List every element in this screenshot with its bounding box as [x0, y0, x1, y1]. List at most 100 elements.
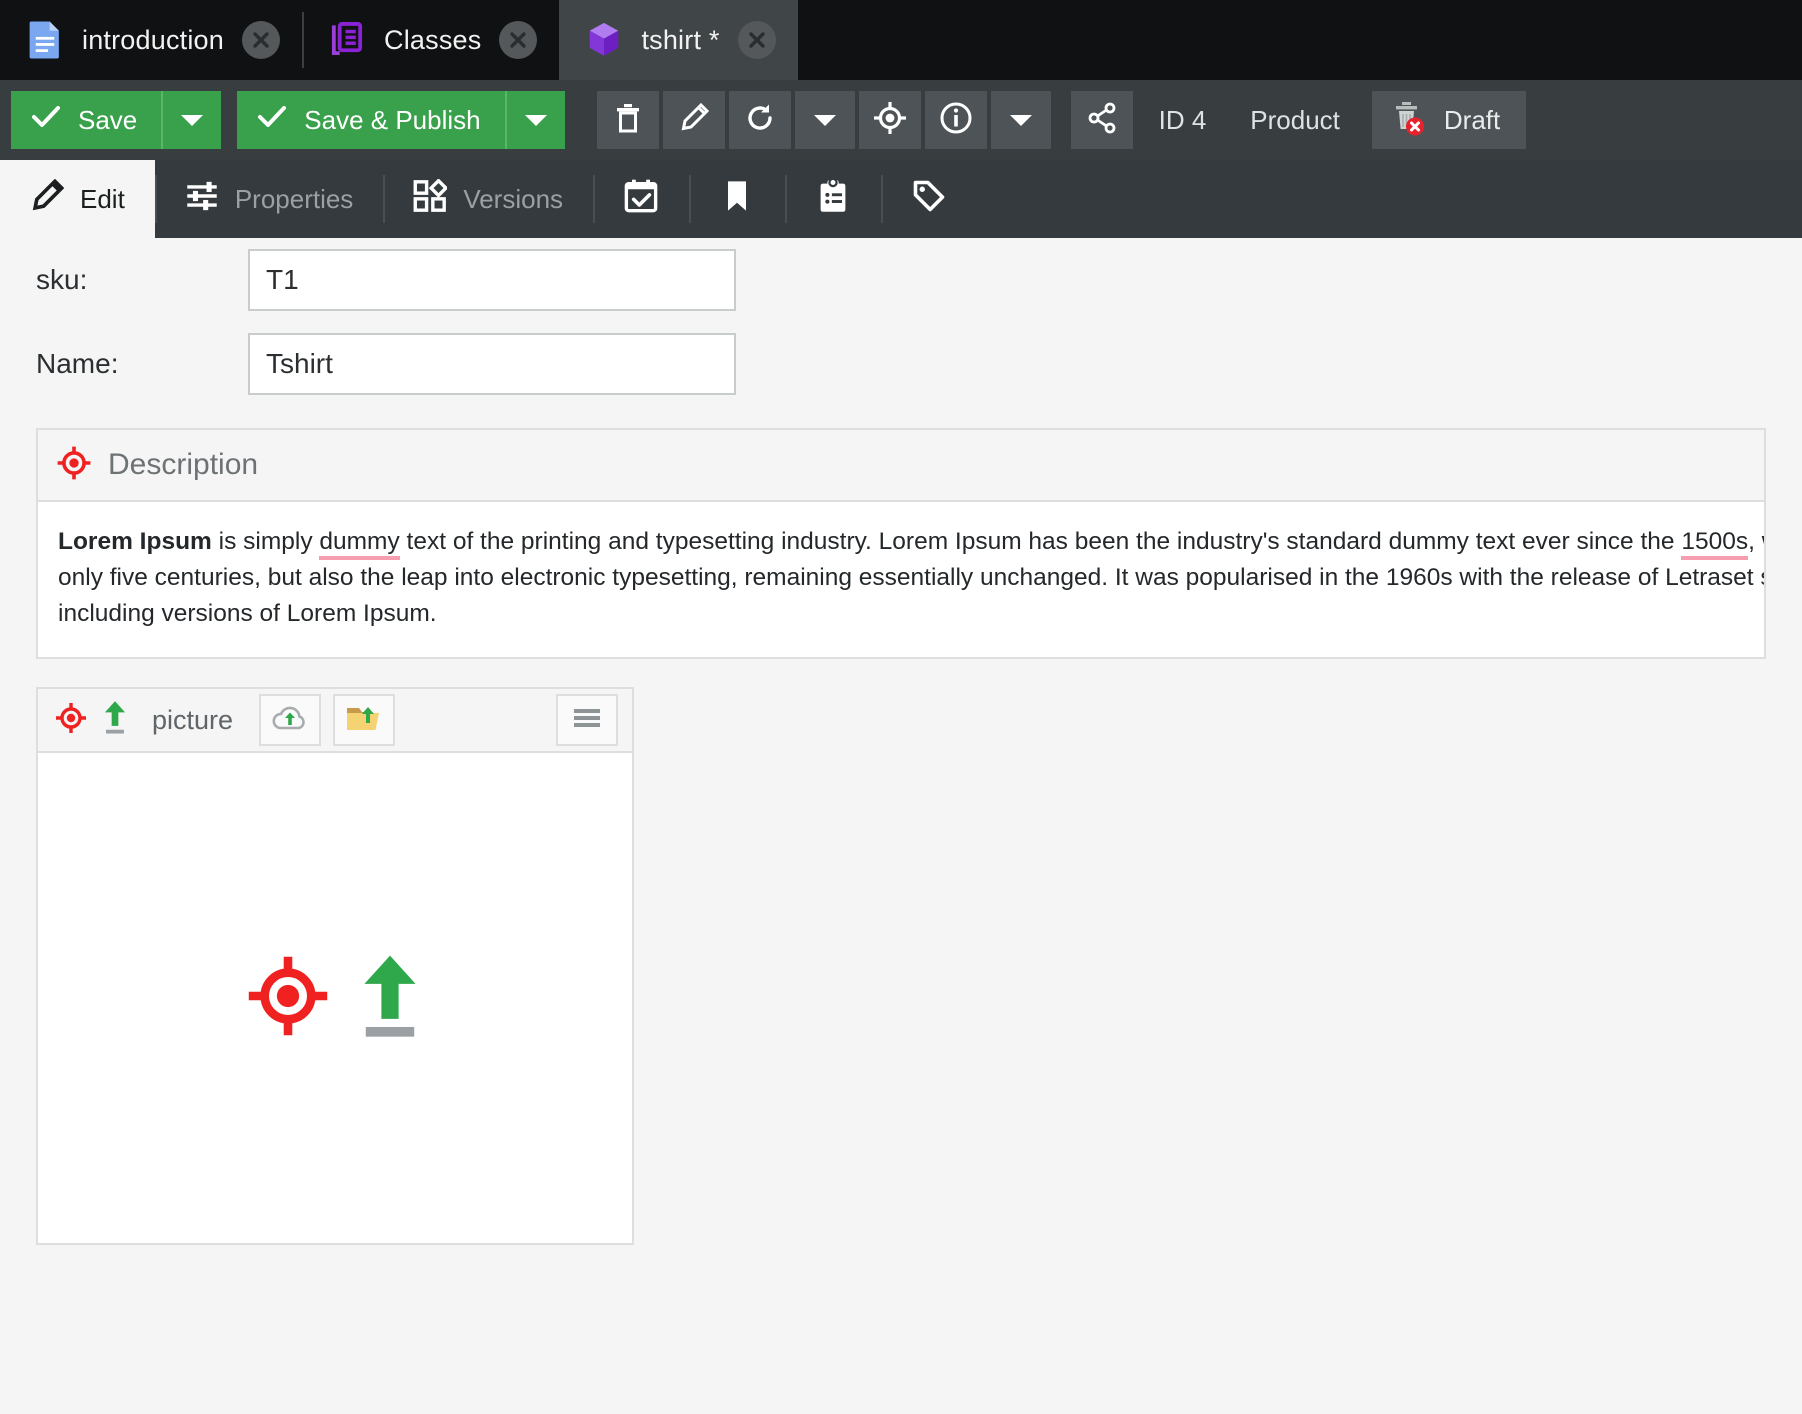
field-row-sku: sku: — [0, 238, 1802, 322]
tab-label: introduction — [82, 24, 224, 55]
delete-button[interactable] — [596, 91, 659, 149]
tab-divider — [881, 175, 884, 223]
section-tab-bar: Edit Properties Versions — [0, 160, 1802, 238]
edit-form-page: sku: Name: Description Lorem Ipsum is si… — [0, 238, 1802, 1414]
save-publish-button-group: Save & Publish — [237, 91, 565, 149]
description-block: Description Lorem Ipsum is simply dummy … — [36, 428, 1766, 660]
save-publish-button-label: Save & Publish — [304, 104, 481, 135]
calendar-check-icon — [623, 178, 659, 221]
tab-divider — [785, 175, 788, 223]
bookmark-icon — [719, 178, 755, 221]
tab-tags[interactable] — [881, 160, 977, 238]
cloud-upload-button[interactable] — [259, 694, 322, 747]
object-type-label: Product — [1250, 104, 1340, 135]
main-toolbar: Save Save & Publish ID 4 Product Draft — [0, 80, 1802, 160]
description-line-2: only five centuries, but also the leap i… — [58, 563, 1764, 591]
info-button[interactable] — [924, 91, 987, 149]
tab-divider — [383, 175, 386, 223]
reload-icon — [745, 103, 775, 138]
object-id-label: ID 4 — [1158, 104, 1207, 135]
document-tab-classes[interactable]: Classes — [302, 0, 559, 80]
reload-dropdown-chevron-down-icon[interactable] — [794, 91, 855, 149]
document-tab-introduction[interactable]: introduction — [0, 0, 302, 80]
description-line1-b: text of the printing and typesetting ind… — [399, 528, 1682, 555]
target-icon — [873, 101, 907, 140]
check-icon — [257, 104, 287, 137]
tab-edit-label: Edit — [80, 183, 125, 214]
picture-widget-header: picture — [38, 689, 632, 754]
tab-properties-label: Properties — [234, 183, 354, 214]
upload-arrow-icon — [100, 699, 130, 742]
target-icon — [54, 701, 88, 740]
tab-edit[interactable]: Edit — [0, 160, 155, 238]
target-icon — [56, 445, 92, 486]
tab-versions-label: Versions — [463, 183, 564, 214]
share-icon — [1086, 102, 1118, 139]
save-button-label: Save — [78, 104, 138, 135]
save-dropdown-chevron-down-icon[interactable] — [161, 91, 222, 149]
folder-upload-icon — [345, 702, 383, 739]
name-input[interactable] — [248, 333, 736, 395]
versions-grid-icon — [413, 177, 449, 220]
locate-button[interactable] — [858, 91, 921, 149]
picture-drop-zone[interactable] — [38, 753, 632, 1244]
close-icon[interactable] — [499, 21, 538, 59]
upload-arrow-icon — [355, 950, 425, 1047]
classes-icon — [328, 20, 366, 60]
description-header: Description — [38, 430, 1764, 502]
folder-upload-button[interactable] — [333, 694, 396, 747]
tab-divider — [689, 175, 692, 223]
picture-widget: picture — [36, 687, 634, 1246]
tab-versions[interactable]: Versions — [383, 160, 593, 238]
cloud-upload-icon — [271, 703, 309, 738]
object-cube-icon — [585, 20, 623, 60]
sliders-icon — [185, 179, 219, 220]
save-button[interactable]: Save — [11, 91, 162, 149]
target-icon — [245, 953, 331, 1044]
tab-schedule[interactable] — [593, 160, 689, 238]
share-button[interactable] — [1070, 91, 1133, 149]
trash-icon — [614, 102, 642, 139]
hamburger-menu-icon — [571, 706, 603, 735]
tab-divider — [302, 12, 304, 68]
description-line-3: including versions of Lorem Ipsum. — [58, 599, 437, 627]
save-publish-button[interactable]: Save & Publish — [237, 91, 505, 149]
sku-input[interactable] — [248, 249, 736, 311]
description-lead: Lorem Ipsum — [58, 528, 212, 555]
google-doc-icon — [26, 20, 64, 60]
info-icon — [939, 101, 973, 140]
tag-icon — [911, 178, 947, 221]
document-tab-tshirt[interactable]: tshirt * — [559, 0, 798, 80]
status-badge-label: Draft — [1443, 104, 1501, 135]
sku-label: sku: — [36, 264, 88, 295]
spellcheck-word-dummy: dummy — [319, 528, 400, 560]
picture-menu-button[interactable] — [556, 694, 618, 747]
picture-widget-title: picture — [152, 704, 234, 735]
trash-error-icon — [1390, 99, 1428, 142]
tab-label: tshirt * — [641, 24, 720, 55]
tab-divider — [593, 175, 596, 223]
clipboard-list-icon — [815, 177, 851, 221]
save-publish-dropdown-chevron-down-icon[interactable] — [504, 91, 565, 149]
check-icon — [31, 104, 61, 137]
description-line1-c: , when an unknown printer took a galley … — [1748, 528, 1764, 555]
close-icon[interactable] — [737, 21, 776, 59]
tab-properties[interactable]: Properties — [154, 160, 384, 238]
tab-label: Classes — [384, 24, 482, 55]
spellcheck-word-1500s: 1500s — [1681, 528, 1749, 560]
tab-bookmark[interactable] — [689, 160, 785, 238]
status-badge[interactable]: Draft — [1371, 91, 1527, 149]
save-button-group: Save — [11, 91, 222, 149]
rename-button[interactable] — [662, 91, 725, 149]
tab-tasks[interactable] — [785, 160, 881, 238]
pencil-icon — [30, 178, 65, 220]
description-line1-a: is simply — [211, 528, 320, 555]
field-row-name: Name: — [0, 322, 1802, 406]
reload-button[interactable] — [728, 91, 791, 149]
description-editor[interactable]: Lorem Ipsum is simply dummy text of the … — [38, 502, 1764, 658]
info-dropdown-chevron-down-icon[interactable] — [990, 91, 1051, 149]
description-title: Description — [108, 448, 259, 481]
description-line-1: Lorem Ipsum is simply dummy text of the … — [58, 524, 1764, 560]
close-icon[interactable] — [242, 21, 280, 59]
pencil-icon — [679, 102, 709, 138]
